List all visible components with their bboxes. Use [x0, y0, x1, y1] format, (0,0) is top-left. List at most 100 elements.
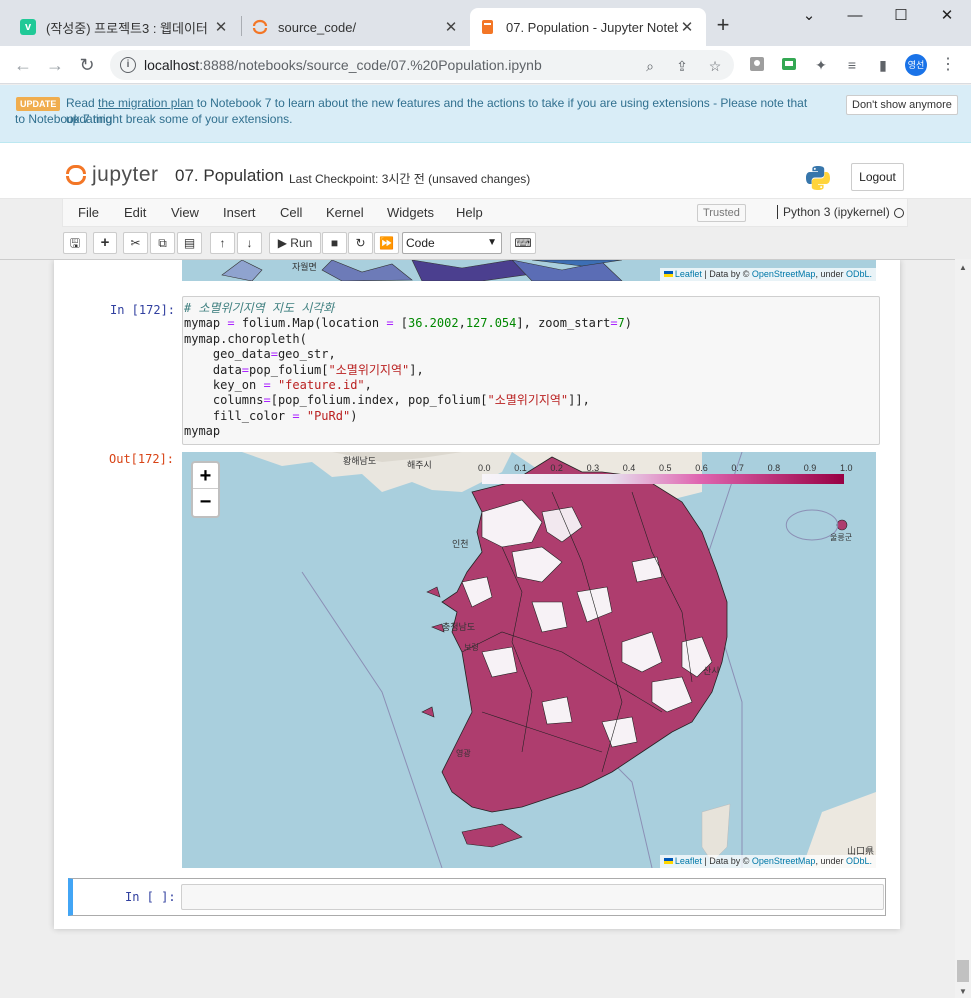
notebook-area[interactable]: 자월면 Leaflet | Data by © OpenStreetMap, u… [0, 259, 955, 998]
legend-ticks: 0.0 0.1 0.2 0.3 0.4 0.5 0.6 0.7 0.8 0.9 1.0 [478, 463, 853, 475]
new-tab-icon[interactable]: + [711, 12, 735, 38]
code-input-area[interactable] [181, 884, 884, 910]
choropleth-map[interactable]: + − 0.0 0.1 0.2 0.3 0.4 0.5 0.6 0.7 0.8 0.9 1.0 황해… [182, 452, 876, 868]
code-comment: # 소멸위기지역 지도 시각화 [184, 301, 335, 315]
tab-source-code[interactable]: source_code/ ✕ [242, 8, 470, 46]
forward-arrow-icon[interactable]: → [42, 52, 68, 78]
kernel-idle-icon [894, 208, 904, 218]
site-info-icon[interactable]: i [120, 57, 136, 73]
window-close-icon[interactable]: ✕ [935, 4, 959, 28]
odbl-link[interactable]: ODbL. [846, 856, 872, 866]
reload-icon[interactable]: ↻ [74, 52, 100, 78]
code-token: ) [624, 316, 633, 331]
tab-population-notebook[interactable]: 07. Population - Jupyter Noteb ✕ [470, 8, 706, 46]
copy-icon[interactable]: ⧉ [150, 232, 175, 254]
previous-map-output[interactable]: 자월면 Leaflet | Data by © OpenStreetMap, u… [182, 260, 876, 281]
output-prompt: Out[172]: [109, 452, 175, 466]
zoom-control: + − [191, 461, 220, 518]
insert-cell-icon[interactable]: + [93, 232, 117, 254]
code-token: "소멸위기지역" [487, 393, 569, 408]
run-button[interactable]: ▶ Run [269, 232, 321, 254]
map-place-label: 자월면 [292, 262, 317, 272]
tab-search-chevron-icon[interactable]: ⌄ [797, 4, 821, 28]
code-token: 127.054 [465, 316, 517, 331]
menu-cell[interactable]: Cell [280, 205, 302, 220]
kebab-menu-icon[interactable]: ⋮ [939, 56, 957, 74]
notebook-page: 자월면 Leaflet | Data by © OpenStreetMap, u… [54, 260, 900, 929]
restart-run-all-icon[interactable]: ⏩ [374, 232, 399, 254]
map-place-label: 해주시 [407, 460, 432, 470]
minimize-icon[interactable]: — [843, 4, 867, 28]
maximize-icon[interactable]: ☐ [889, 4, 913, 28]
back-arrow-icon[interactable]: ← [10, 52, 36, 78]
close-icon[interactable]: ✕ [442, 18, 460, 36]
close-icon[interactable]: ✕ [678, 18, 696, 36]
menu-help[interactable]: Help [456, 205, 483, 220]
cell-type-select[interactable]: Code ▼ [402, 232, 502, 254]
share-icon[interactable]: ⇪ [672, 56, 692, 76]
code-token: = [292, 408, 300, 423]
map-place-label: 울릉군 [830, 533, 853, 542]
scrollbar-thumb[interactable] [957, 960, 969, 982]
map-place-label: 황해남도 [343, 456, 377, 466]
restart-icon[interactable]: ↻ [348, 232, 373, 254]
tab-project3[interactable]: v (작성중) 프로젝트3 : 웹데이터 ✕ [10, 8, 240, 46]
menu-widgets[interactable]: Widgets [387, 205, 434, 220]
code-token: ], [409, 362, 424, 377]
map-place-label: 산시 [703, 666, 720, 676]
odbl-link[interactable]: ODbL. [846, 269, 872, 279]
logout-button[interactable]: Logout [851, 163, 904, 191]
zoom-in-button[interactable]: + [193, 463, 218, 489]
vertical-scrollbar[interactable]: ▲ ▼ [955, 259, 971, 998]
command-palette-keyboard-icon[interactable]: ⌨ [510, 232, 536, 254]
zoom-out-button[interactable]: − [193, 489, 218, 515]
menu-file[interactable]: File [78, 205, 99, 220]
move-up-icon[interactable]: ↑ [210, 232, 235, 254]
cut-icon[interactable]: ✂ [123, 232, 148, 254]
close-icon[interactable]: ✕ [212, 18, 230, 36]
code-token: ) [350, 408, 358, 423]
bookmark-star-icon[interactable]: ☆ [705, 56, 725, 76]
map-place-label: 영광 [456, 749, 471, 758]
legend-tick-label: 0.0 [478, 463, 491, 473]
scroll-down-icon[interactable]: ▼ [959, 987, 967, 996]
code-line: mymap [184, 424, 221, 439]
ukraine-flag-icon [663, 858, 673, 864]
menu-kernel[interactable]: Kernel [326, 205, 364, 220]
dont-show-anymore-button[interactable]: Don't show anymore [846, 95, 958, 115]
menu-edit[interactable]: Edit [124, 205, 146, 220]
legend-tick-label: 0.4 [622, 463, 636, 473]
media-playlist-icon[interactable]: ≡ [843, 56, 861, 74]
migration-plan-link[interactable]: the migration plan [98, 96, 193, 110]
openstreetmap-link[interactable]: OpenStreetMap [752, 269, 816, 279]
address-bar[interactable]: i localhost:8888/notebooks/source_code/0… [110, 50, 734, 80]
interrupt-icon[interactable]: ■ [322, 232, 347, 254]
trusted-indicator[interactable]: Trusted [697, 204, 746, 222]
extensions-puzzle-icon[interactable]: ✦ [812, 56, 830, 74]
menu-view[interactable]: View [171, 205, 199, 220]
move-down-icon[interactable]: ↓ [237, 232, 262, 254]
input-prompt: In [ ]: [125, 890, 176, 904]
leaflet-link[interactable]: Leaflet [675, 269, 702, 279]
openstreetmap-link[interactable]: OpenStreetMap [752, 856, 816, 866]
side-panel-icon[interactable]: ▮ [874, 56, 892, 74]
empty-code-cell[interactable]: In [ ]: [68, 878, 886, 916]
legend-tick-label: 0.2 [550, 463, 563, 473]
leaflet-link[interactable]: Leaflet [675, 856, 702, 866]
banner-text: Read [66, 96, 99, 110]
code-input-area[interactable]: # 소멸위기지역 지도 시각화 mymap = folium.Map(locati… [182, 296, 880, 445]
menu-insert[interactable]: Insert [223, 205, 256, 220]
extension-green-icon[interactable] [780, 56, 798, 74]
legend-tick-label: 0.7 [731, 463, 744, 473]
scroll-up-icon[interactable]: ▲ [959, 263, 967, 272]
notebook-title[interactable]: 07. Population [175, 166, 284, 186]
map-attribution: Leaflet | Data by © OpenStreetMap, under… [659, 268, 876, 281]
paste-icon[interactable]: ▤ [177, 232, 202, 254]
save-icon[interactable]: 🖫 [63, 232, 87, 254]
avatar[interactable]: 영선 [905, 54, 927, 76]
kernel-name[interactable]: Python 3 (ipykernel) [777, 205, 890, 219]
zoom-magnifier-icon[interactable]: ⌕ [640, 56, 660, 76]
jupyter-logo[interactable]: jupyter [66, 163, 159, 187]
extension-profile-icon[interactable] [748, 56, 766, 74]
url-text[interactable]: localhost:8888/notebooks/source_code/07.… [144, 57, 542, 73]
